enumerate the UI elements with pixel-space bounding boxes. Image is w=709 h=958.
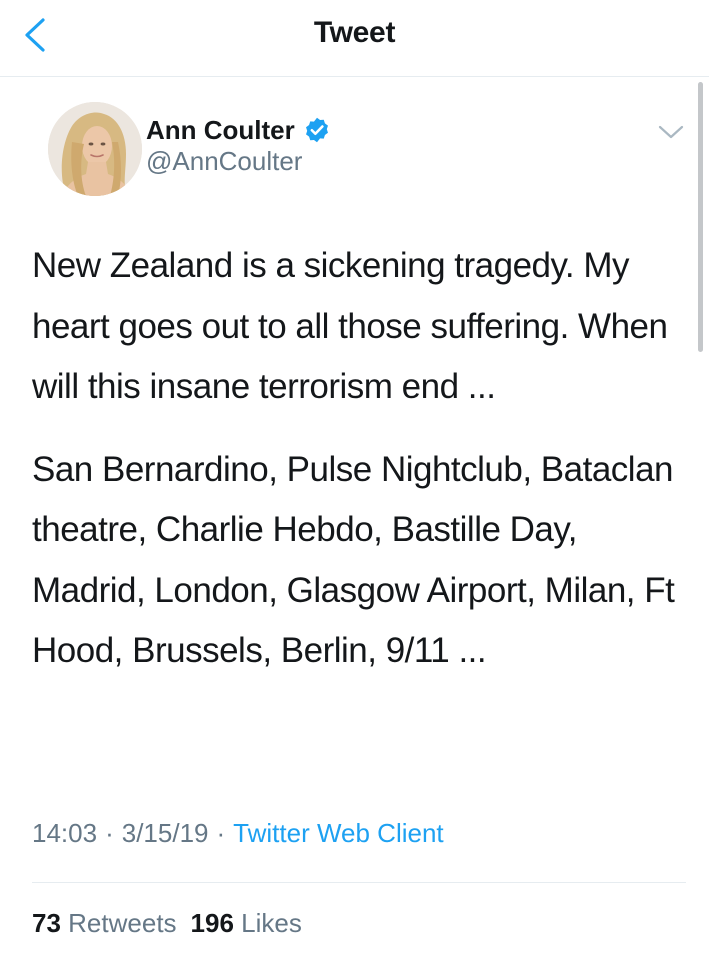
separator: · <box>105 818 114 848</box>
verified-badge-icon <box>305 117 328 143</box>
tweet-client-link[interactable]: Twitter Web Client <box>233 818 443 848</box>
tweet-paragraph: New Zealand is a sickening tragedy. My h… <box>32 246 668 406</box>
author-name-row[interactable]: Ann Coulter <box>146 113 331 147</box>
avatar[interactable] <box>48 102 142 196</box>
tweet-stats: 73 Retweets 196 Likes <box>32 908 302 939</box>
likes-stat[interactable]: 196 Likes <box>191 908 302 938</box>
author-name[interactable]: Ann Coulter <box>146 115 295 146</box>
tweet-date[interactable]: 3/15/19 <box>122 818 209 848</box>
tweet-menu-button[interactable] <box>654 118 688 146</box>
scrollbar[interactable] <box>698 82 703 352</box>
likes-label: Likes <box>241 908 302 938</box>
tweet-time[interactable]: 14:03 <box>32 818 97 848</box>
chevron-down-icon <box>658 125 684 139</box>
page-title: Tweet <box>313 16 396 49</box>
tweet-detail-screen: Tweet Ann Coulter @AnnCoulter New Zealan… <box>0 0 709 958</box>
tweet-text: New Zealand is a sickening tragedy. My h… <box>32 236 682 682</box>
author-handle[interactable]: @AnnCoulter <box>146 146 302 177</box>
tweet-meta: 14:03 · 3/15/19 · Twitter Web Client <box>32 818 444 849</box>
divider <box>32 882 686 883</box>
retweets-count: 73 <box>32 908 61 938</box>
top-bar: Tweet <box>0 0 709 77</box>
likes-count: 196 <box>190 908 234 938</box>
retweets-label: Retweets <box>68 908 177 938</box>
separator: · <box>216 818 226 848</box>
retweets-stat[interactable]: 73 Retweets <box>32 908 177 938</box>
tweet-paragraph: San Bernardino, Pulse Nightclub, Batacla… <box>32 449 675 671</box>
